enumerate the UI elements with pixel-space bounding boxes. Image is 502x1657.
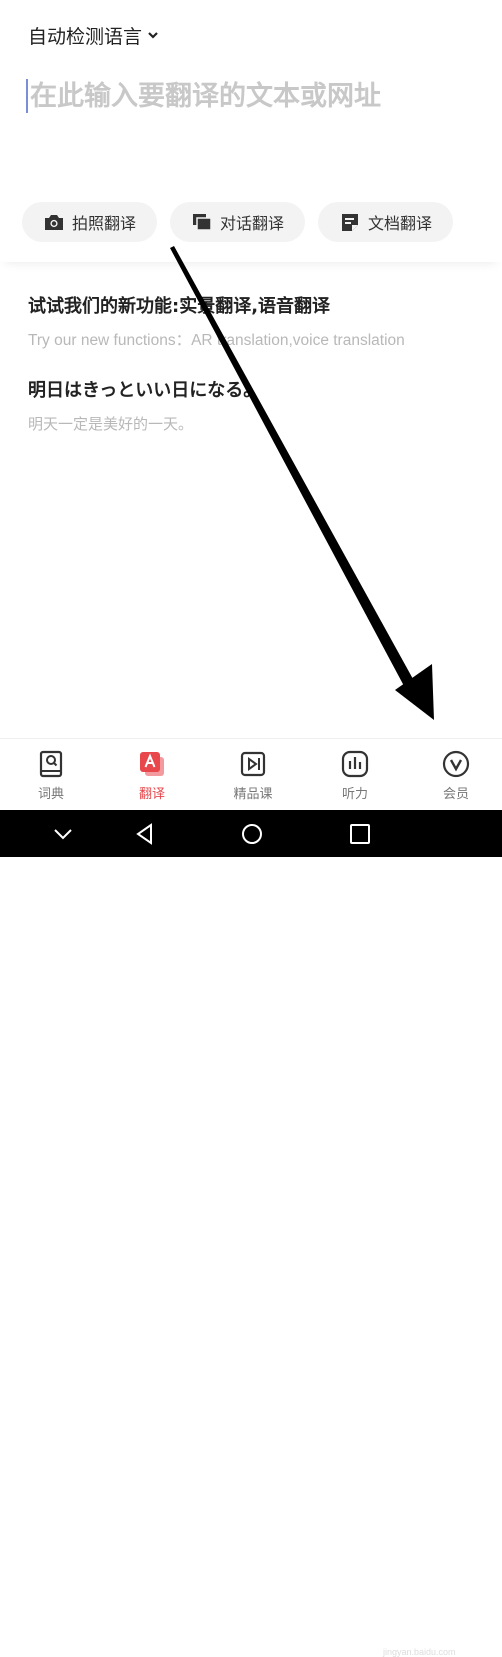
tab-courses-label: 精品课 [233, 787, 273, 802]
text-input-area[interactable] [26, 76, 476, 116]
home-icon[interactable] [241, 823, 263, 845]
input-card: 自动检测语言 拍照翻译 对话翻译 文档翻译 [0, 0, 502, 262]
document-translate-button[interactable]: 文档翻译 [318, 202, 453, 242]
new-feature-title[interactable]: 试试我们的新功能:实景翻译,语音翻译 [28, 292, 330, 318]
dialog-translate-label: 对话翻译 [219, 214, 284, 233]
text-caret [26, 79, 28, 113]
watermark-text: Bai 经验 [383, 1626, 450, 1645]
tab-translate-label: 翻译 [138, 787, 165, 802]
new-feature-subtitle: Try our new functions：AR translation,voi… [28, 332, 405, 349]
bottom-tab-bar: 词典 翻译 精品课 听力 会员 [0, 738, 502, 811]
down-chevron-icon[interactable] [52, 823, 74, 845]
camera-icon [44, 215, 63, 230]
back-icon[interactable] [134, 823, 156, 845]
tab-dictionary[interactable]: 词典 [21, 749, 81, 802]
example-translation: 明天一定是美好的一天。 [28, 415, 194, 433]
example-sentence[interactable]: 明日はきっといい日になる。 [28, 376, 261, 402]
vip-icon [442, 750, 470, 778]
audio-bars-icon [341, 750, 369, 778]
system-navigation-bar: Bai 经验 jingyan.baidu.com [0, 810, 502, 1657]
dictionary-icon [39, 750, 63, 778]
language-selector[interactable]: 自动检测语言 [28, 22, 159, 49]
tab-listening-label: 听力 [341, 787, 368, 802]
chevron-down-icon [148, 31, 158, 39]
recent-apps-icon[interactable] [349, 823, 371, 845]
dialog-translate-button[interactable]: 对话翻译 [170, 202, 305, 242]
tab-dictionary-label: 词典 [37, 787, 64, 802]
document-icon [341, 214, 358, 231]
translate-icon [140, 752, 164, 776]
video-course-icon [240, 751, 266, 777]
document-translate-label: 文档翻译 [367, 214, 432, 233]
tab-membership[interactable]: 会员 [426, 749, 486, 802]
photo-translate-button[interactable]: 拍照翻译 [22, 202, 157, 242]
watermark-url: jingyan.baidu.com [383, 1647, 456, 1657]
tab-courses[interactable]: 精品课 [223, 749, 283, 802]
language-selector-label: 自动检测语言 [28, 26, 143, 48]
tab-translate[interactable]: 翻译 [122, 749, 182, 802]
translate-input[interactable] [30, 80, 470, 112]
baidu-jingyan-watermark: Bai 经验 jingyan.baidu.com [383, 1622, 456, 1657]
photo-translate-label: 拍照翻译 [71, 214, 136, 233]
tab-membership-label: 会员 [442, 787, 469, 802]
chat-bubbles-icon [192, 214, 212, 231]
tab-listening[interactable]: 听力 [325, 749, 385, 802]
